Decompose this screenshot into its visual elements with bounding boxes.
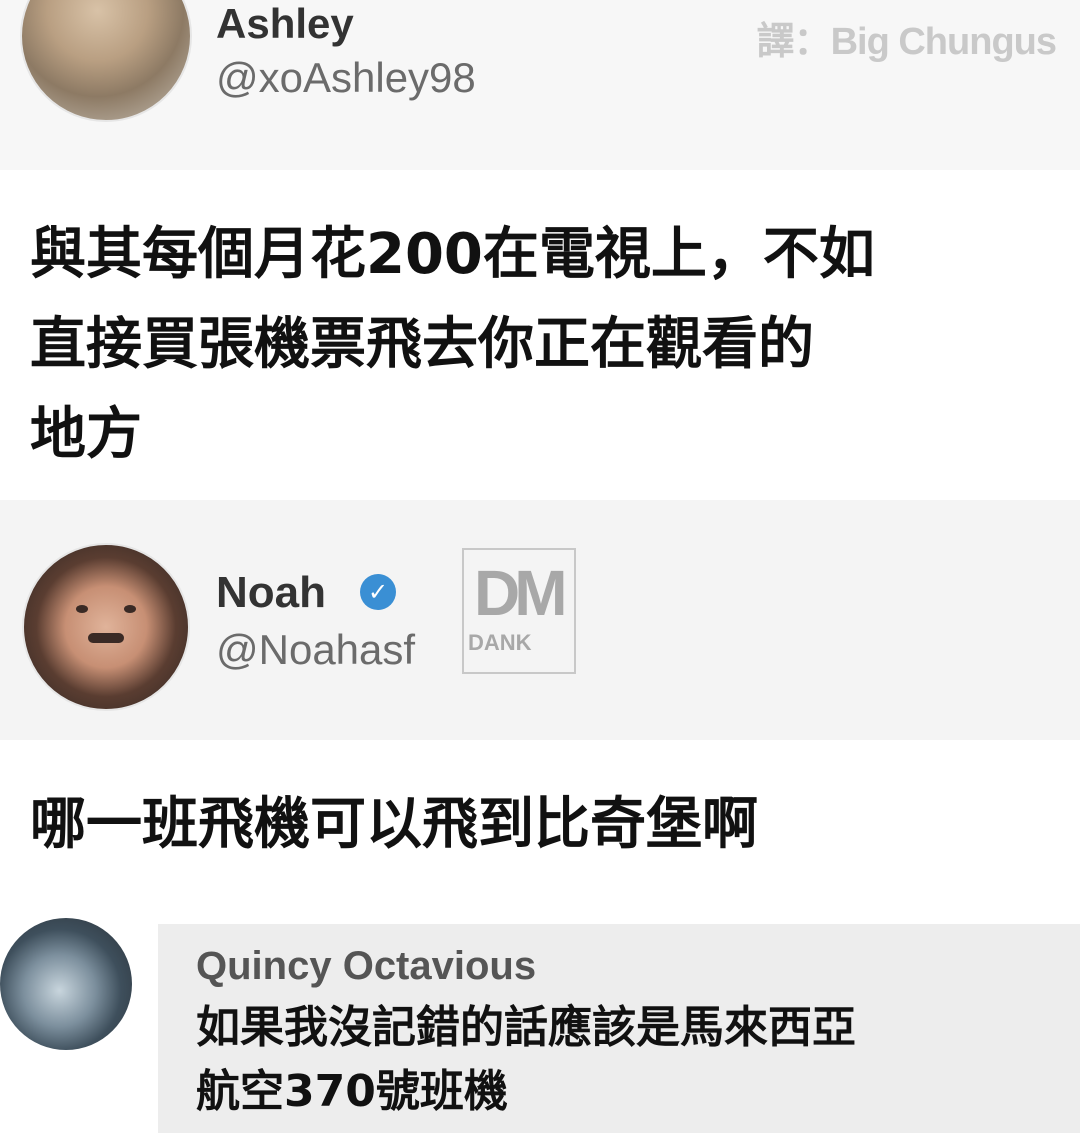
verified-badge-icon: ✓ — [360, 574, 396, 610]
comment-text-line: 如果我沒記錯的話應該是馬來西亞 — [196, 1002, 856, 1053]
dank-memes-logo: DM DANK — [462, 548, 576, 674]
logo-text: DANK — [468, 630, 532, 655]
author-name[interactable]: Ashley — [216, 0, 354, 48]
avatar[interactable] — [0, 918, 132, 1050]
tweet-text-line: 與其每個月花200在電視上，不如 — [30, 222, 875, 287]
translator-watermark: 譯：Big Chungus — [756, 21, 1057, 63]
eye-shape — [124, 605, 136, 613]
tweet-text: 與其每個月花200在電視上，不如 直接買張機票飛去你正在觀看的 地方 — [30, 210, 1060, 480]
author-handle[interactable]: @xoAshley98 — [216, 54, 476, 102]
author-name[interactable]: Noah — [216, 568, 326, 618]
logo-mark: DM — [474, 557, 567, 629]
comment-text: 如果我沒記錯的話應該是馬來西亞 航空370號班機 — [196, 996, 1056, 1124]
tweet-text: 哪一班飛機可以飛到比奇堡啊 — [30, 792, 758, 857]
tweet-text-line: 地方 — [30, 402, 142, 467]
commenter-name[interactable]: Quincy Octavious — [196, 944, 536, 989]
eye-shape — [76, 605, 88, 613]
avatar[interactable] — [22, 543, 190, 711]
tweet-text-line: 直接買張機票飛去你正在觀看的 — [30, 312, 814, 377]
comment-text-line: 航空370號班機 — [196, 1066, 508, 1117]
mustache-shape — [88, 633, 124, 643]
author-handle[interactable]: @Noahasf — [216, 626, 415, 674]
